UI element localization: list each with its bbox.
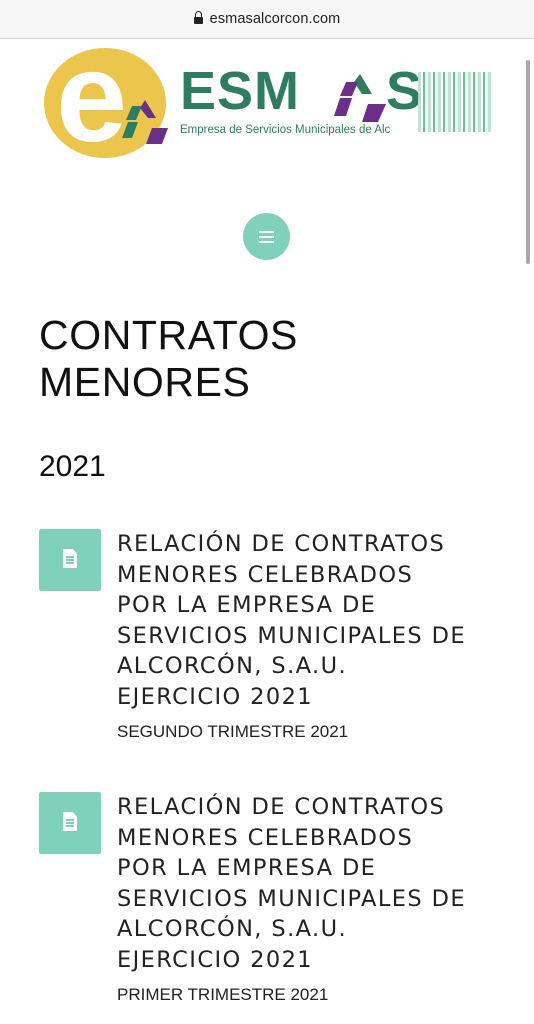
hamburger-menu-icon[interactable] — [243, 213, 290, 260]
document-title[interactable]: RELACIÓN DE CONTRATOS MENORES CELEBRADOS… — [117, 529, 497, 712]
logo-glitch-artifact — [418, 72, 492, 132]
recycle-icon — [122, 100, 168, 144]
logo-subtitle: Empresa de Servicios Municipales de Alc — [180, 124, 391, 136]
page-title-line2: MENORES — [39, 359, 251, 405]
site-logo[interactable]: e ESM S Empresa de Servicios Municipales… — [40, 34, 496, 162]
recycle-icon — [334, 74, 386, 122]
logo-e-letter: e — [56, 26, 128, 169]
logo-wordmark: ESM — [180, 61, 301, 121]
document-title[interactable]: RELACIÓN DE CONTRATOS MENORES CELEBRADOS… — [117, 792, 497, 975]
document-icon[interactable] — [39, 792, 101, 854]
url-text[interactable]: esmasalcorcon.com — [210, 11, 341, 27]
scrollbar[interactable] — [526, 60, 530, 264]
document-subtitle: SEGUNDO TRIMESTRE 2021 — [117, 722, 349, 741]
lock-icon — [193, 10, 203, 26]
page-title-line1: CONTRATOS — [39, 312, 299, 358]
document-subtitle: PRIMER TRIMESTRE 2021 — [117, 985, 329, 1004]
document-icon[interactable] — [39, 529, 101, 591]
year-heading: 2021 — [39, 450, 106, 483]
page-title: CONTRATOS MENORES — [39, 312, 298, 406]
